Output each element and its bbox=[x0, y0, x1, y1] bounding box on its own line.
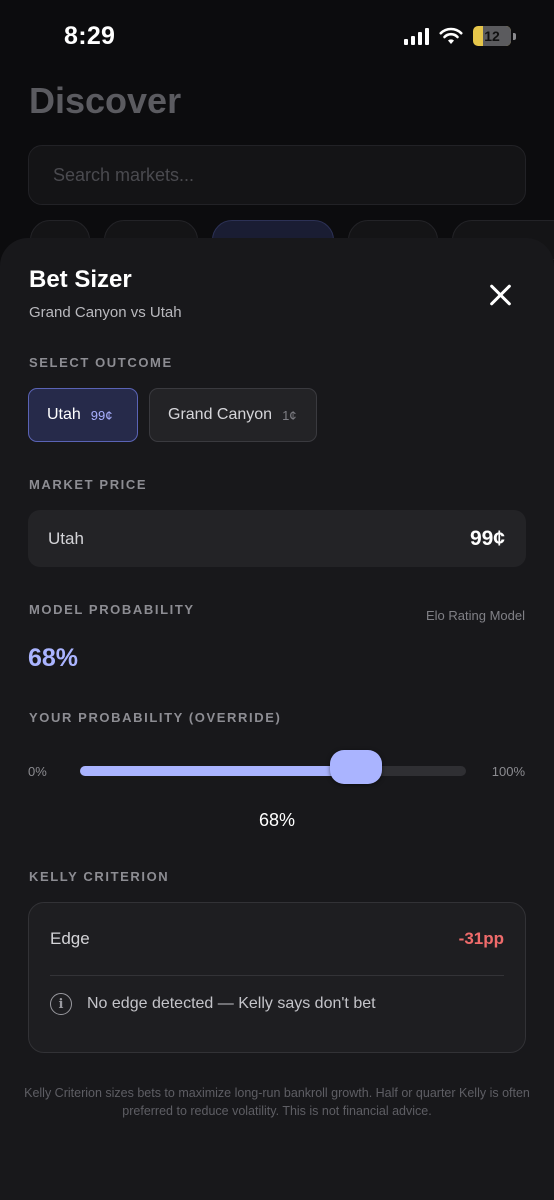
probability-slider[interactable] bbox=[80, 750, 466, 784]
edge-row: Edge -31pp bbox=[29, 903, 525, 975]
outcome-utah-button[interactable]: Utah 99¢ bbox=[28, 388, 138, 442]
outcome-price: 99¢ bbox=[90, 407, 113, 423]
status-time: 8:29 bbox=[64, 22, 116, 50]
kelly-box: Edge -31pp i No edge detected — Kelly sa… bbox=[28, 902, 526, 1053]
screen: 8:29 12 Discover Bet Sizer Grand Canyon … bbox=[0, 0, 554, 1200]
battery-level: 12 bbox=[484, 28, 500, 44]
kelly-note: i No edge detected — Kelly says don't be… bbox=[50, 993, 376, 1015]
slider-max-label: 100% bbox=[491, 764, 525, 779]
divider bbox=[50, 975, 504, 976]
search-field[interactable] bbox=[28, 145, 526, 205]
market-price-label: MARKET PRICE bbox=[29, 477, 148, 492]
market-price: 99¢ bbox=[469, 526, 505, 550]
model-source: Elo Rating Model bbox=[426, 608, 525, 623]
bet-sizer-sheet: Bet Sizer Grand Canyon vs Utah SELECT OU… bbox=[0, 238, 554, 1200]
wifi-icon bbox=[439, 27, 463, 44]
status-icons: 12 bbox=[404, 26, 516, 46]
page-title: Discover bbox=[29, 80, 182, 121]
override-label: YOUR PROBABILITY (OVERRIDE) bbox=[29, 710, 282, 725]
search-input[interactable] bbox=[29, 146, 525, 204]
battery-nub bbox=[513, 32, 516, 40]
outcome-price: 1¢ bbox=[282, 407, 297, 423]
slider-min-label: 0% bbox=[28, 764, 47, 779]
outcome-grand-canyon-button[interactable]: Grand Canyon 1¢ bbox=[149, 388, 317, 442]
battery-icon: 12 bbox=[473, 26, 511, 46]
select-outcome-label: SELECT OUTCOME bbox=[29, 355, 173, 370]
sheet-subtitle: Grand Canyon vs Utah bbox=[29, 304, 182, 321]
kelly-criterion-label: KELLY CRITERION bbox=[29, 869, 170, 884]
market-price-box: Utah 99¢ bbox=[28, 510, 526, 567]
edge-value: -31pp bbox=[458, 929, 504, 948]
sheet-title: Bet Sizer bbox=[29, 266, 132, 293]
market-name: Utah bbox=[48, 528, 84, 548]
edge-label: Edge bbox=[50, 929, 90, 948]
slider-thumb[interactable] bbox=[330, 750, 383, 784]
outcome-name: Grand Canyon bbox=[168, 406, 273, 423]
cellular-signal-icon bbox=[404, 27, 429, 45]
close-button[interactable] bbox=[486, 280, 516, 310]
info-icon: i bbox=[50, 993, 72, 1015]
slider-value: 68% bbox=[258, 810, 296, 830]
model-probability-label: MODEL PROBABILITY bbox=[29, 602, 195, 617]
model-probability-value: 68% bbox=[28, 644, 79, 672]
outcome-name: Utah bbox=[47, 406, 81, 423]
slider-fill bbox=[80, 766, 349, 776]
disclaimer: Kelly Criterion sizes bets to maximize l… bbox=[24, 1086, 530, 1118]
kelly-note-text: No edge detected — Kelly says don't bet bbox=[87, 995, 376, 1012]
